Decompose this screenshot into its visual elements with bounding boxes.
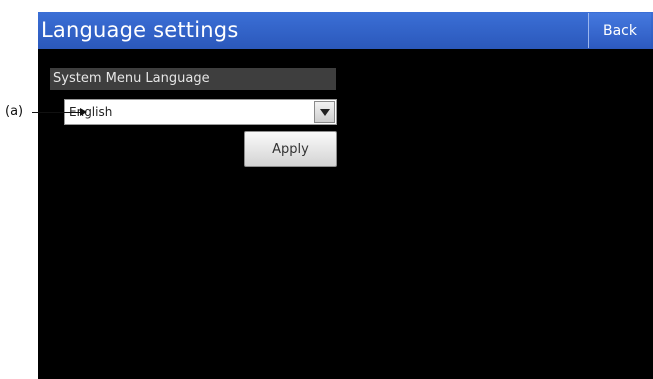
chevron-down-icon — [319, 108, 330, 116]
device-screen: Language settings Back System Menu Langu… — [38, 12, 653, 379]
title-bar: Language settings Back — [38, 12, 653, 49]
system-menu-language-label: System Menu Language — [50, 68, 336, 90]
back-button[interactable]: Back — [588, 13, 651, 48]
callout-arrow-icon — [80, 108, 87, 116]
language-dropdown-button[interactable] — [314, 101, 335, 123]
callout-line — [32, 112, 82, 113]
page-title: Language settings — [41, 18, 239, 42]
language-select[interactable]: English — [64, 99, 337, 125]
apply-button[interactable]: Apply — [244, 131, 337, 167]
callout-label: (a) — [5, 104, 24, 119]
manual-figure: Language settings Back System Menu Langu… — [0, 0, 653, 379]
